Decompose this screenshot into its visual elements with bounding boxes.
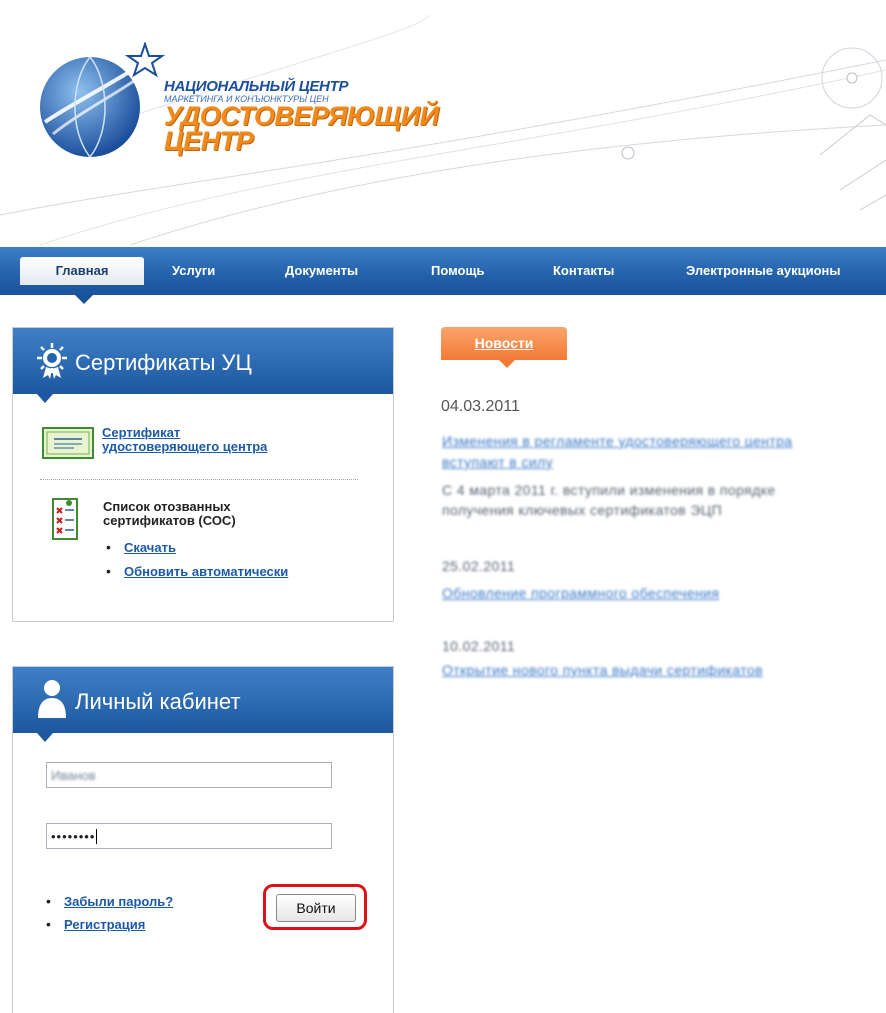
bullet-icon: • [106,539,111,555]
nav-help[interactable]: Помощь [431,259,484,283]
bullet-icon: • [46,893,51,909]
certs-panel-title: Сертификаты УЦ [75,350,252,375]
news-item3-link[interactable]: Открытие нового пункта выдачи сертификат… [442,662,763,678]
revoked-list-icon [52,498,78,540]
news-item2-date: 25.02.2011 [442,558,516,574]
register-link[interactable]: Регистрация [64,918,145,932]
certs-panel-pointer [37,394,53,403]
login-panel-header: Личный кабинет [13,667,393,742]
news-item1-link-2[interactable]: вступают в силу [442,454,553,470]
username-value: Иванов [51,768,96,783]
ca-certificate-link-line2[interactable]: удостоверяющего центра [102,440,267,454]
username-input[interactable]: Иванов [46,762,332,788]
news-item3-date: 10.02.2011 [442,638,516,654]
user-icon [38,680,66,718]
bullet-icon: • [106,563,111,579]
nav-auctions[interactable]: Электронные аукционы [686,259,841,283]
login-panel-title: Личный кабинет [75,689,241,714]
globe-logo-icon [40,42,165,158]
ca-certificate-link[interactable]: Сертификат удостоверяющего центра [102,426,267,454]
ca-certificate-link-line1[interactable]: Сертификат [102,426,267,440]
logo-line1: НАЦИОНАЛЬНЫЙ ЦЕНТР [164,78,349,95]
news-tab-label[interactable]: Новости [441,327,567,360]
news-date: 04.03.2011 [441,398,520,415]
logo-line4: ЦЕНТР [164,126,254,156]
bullet-icon: • [46,916,51,932]
certs-panel-header: Сертификаты УЦ [13,328,393,403]
login-button-highlight: Войти [263,884,367,930]
certs-divider [40,479,358,480]
password-input[interactable]: •••••••• [46,823,332,849]
login-button[interactable]: Войти [276,894,356,922]
forgot-password-link[interactable]: Забыли пароль? [64,895,173,909]
news-item1-text-2: получения ключевых сертификатов ЭЦП [442,502,723,518]
news-item1-link[interactable]: Изменения в регламенте удостоверяющего ц… [442,433,792,449]
main-nav: Главная Услуги Документы Помощь Контакты… [0,247,886,295]
nav-active-pointer [75,295,93,304]
crl-title-line2: сертификатов (СОС) [103,513,236,528]
crl-title-line1: Список отозванных [103,499,231,514]
nav-documents[interactable]: Документы [285,259,358,283]
crl-auto-update-link[interactable]: Обновить автоматически [124,565,288,579]
news-tab-pointer [499,360,515,368]
certificate-seal-icon [37,343,67,379]
crl-title: Список отозванных сертификатов (СОС) [103,500,236,528]
nav-contacts[interactable]: Контакты [553,259,614,283]
login-panel-pointer [37,733,53,742]
news-item2-link[interactable]: Обновление программного обеспечения [442,585,719,601]
news-tab[interactable]: Новости [441,327,567,368]
nav-home[interactable]: Главная [20,257,144,285]
password-value: •••••••• [51,829,96,844]
nav-services[interactable]: Услуги [172,259,215,283]
crl-download-link[interactable]: Скачать [124,541,176,555]
certificate-icon [42,427,94,459]
logo-text: НАЦИОНАЛЬНЫЙ ЦЕНТР МАРКЕТИНГА И КОНЪЮНКТ… [164,78,439,156]
header: НАЦИОНАЛЬНЫЙ ЦЕНТР МАРКЕТИНГА И КОНЪЮНКТ… [0,0,886,245]
news-item1-text: С 4 марта 2011 г. вступили изменения в п… [442,482,776,498]
